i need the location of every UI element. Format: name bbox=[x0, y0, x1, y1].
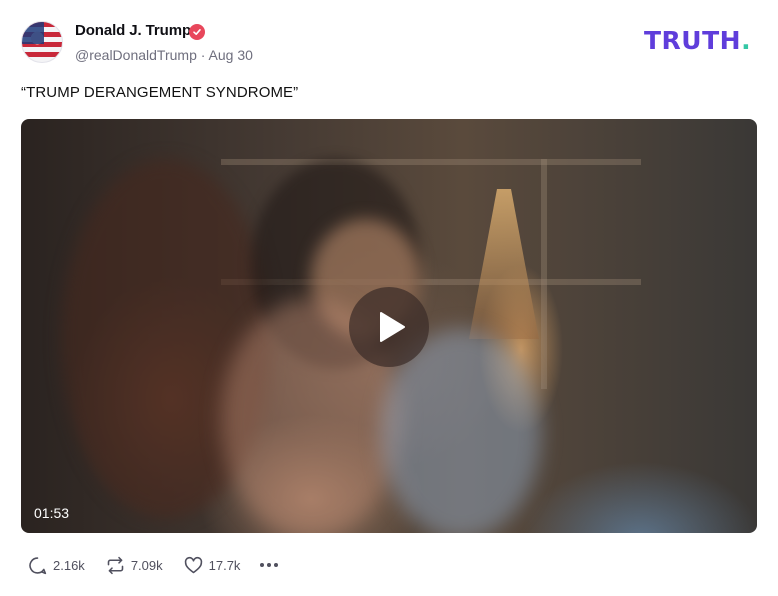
logo-text: TRUTH bbox=[644, 26, 742, 55]
like-button[interactable]: 17.7k bbox=[183, 555, 241, 576]
video-duration: 01:53 bbox=[34, 505, 70, 521]
truth-logo[interactable]: TRUTH. bbox=[644, 28, 751, 53]
author-handle[interactable]: @realDonaldTrump bbox=[75, 47, 197, 63]
reply-count: 2.16k bbox=[53, 557, 85, 573]
more-options-button[interactable] bbox=[260, 559, 279, 571]
heart-icon bbox=[184, 556, 202, 573]
video-shelf bbox=[221, 159, 641, 165]
author-name[interactable]: Donald J. Trump bbox=[75, 22, 191, 39]
logo-dot: . bbox=[741, 26, 752, 55]
retruth-count: 7.09k bbox=[130, 557, 163, 573]
reply-button[interactable]: 2.16k bbox=[27, 555, 85, 576]
video-lamp bbox=[469, 189, 539, 339]
play-button[interactable] bbox=[349, 287, 429, 367]
more-icon bbox=[274, 563, 279, 567]
post-meta: @realDonaldTrump · Aug 30 bbox=[75, 47, 253, 63]
post-actions: 2.16k 7.09k 17.7k bbox=[27, 554, 279, 576]
meta-separator: · bbox=[200, 47, 206, 63]
like-count: 17.7k bbox=[208, 557, 241, 573]
avatar[interactable] bbox=[21, 21, 63, 63]
more-icon bbox=[260, 563, 265, 567]
video-player[interactable]: 01:53 bbox=[21, 119, 757, 533]
post-text: “TRUMP DERANGEMENT SYNDROME” bbox=[21, 84, 299, 101]
retruth-icon bbox=[107, 556, 124, 574]
verified-badge-icon bbox=[189, 24, 205, 40]
reply-icon bbox=[29, 556, 47, 574]
retruth-button[interactable]: 7.09k bbox=[105, 555, 163, 576]
more-icon bbox=[267, 563, 272, 567]
play-icon bbox=[380, 312, 405, 342]
post-date[interactable]: Aug 30 bbox=[209, 47, 253, 63]
video-shelf bbox=[541, 159, 547, 389]
